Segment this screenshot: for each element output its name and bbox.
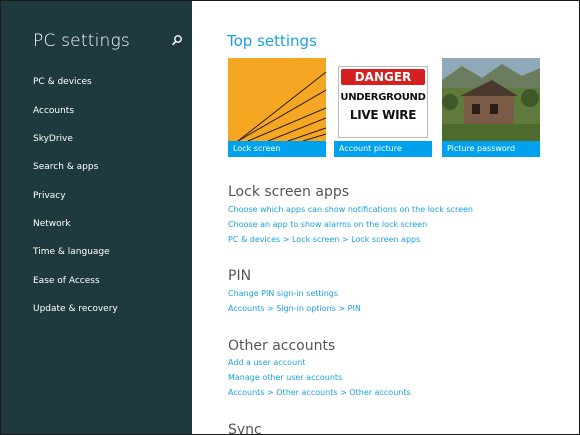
tile-picture-password[interactable]: Picture password	[442, 58, 540, 157]
picture-password-image	[442, 58, 540, 141]
sidebar: PC settings PC & devices Accounts SkyDri…	[1, 1, 192, 434]
lock-screen-image	[228, 58, 326, 141]
link-alarms-lock-screen[interactable]: Choose an app to show alarms on the lock…	[228, 220, 427, 229]
tile-caption: Lock screen	[228, 141, 326, 157]
sidebar-title: PC settings	[33, 31, 130, 51]
sidebar-item-update-recovery[interactable]: Update & recovery	[33, 304, 118, 314]
danger-sign-line2: LIVE WIRE	[349, 108, 417, 122]
tile-caption: Picture password	[442, 141, 540, 157]
pc-settings-window: PC settings PC & devices Accounts SkyDri…	[1, 1, 579, 434]
top-settings-title: Top settings	[227, 32, 317, 50]
link-other-accounts-path[interactable]: Accounts > Other accounts > Other accoun…	[228, 388, 411, 397]
link-add-user-account[interactable]: Add a user account	[228, 358, 305, 367]
link-manage-other-accounts[interactable]: Manage other user accounts	[228, 373, 342, 382]
section-title-other-accounts: Other accounts	[228, 338, 336, 354]
search-icon[interactable]	[171, 34, 183, 46]
danger-sign-line1: UNDERGROUND	[340, 92, 426, 103]
link-change-pin[interactable]: Change PIN sign-in settings	[228, 289, 338, 298]
link-lock-screen-apps-path[interactable]: PC & devices > Lock screen > Lock screen…	[228, 235, 420, 244]
section-title-lock-screen-apps: Lock screen apps	[228, 184, 350, 200]
sidebar-item-search-apps[interactable]: Search & apps	[33, 162, 98, 172]
danger-sign-heading: DANGER	[341, 69, 425, 85]
sidebar-item-network[interactable]: Network	[33, 219, 71, 229]
sidebar-item-ease-of-access[interactable]: Ease of Access	[33, 276, 100, 286]
tile-lock-screen[interactable]: Lock screen	[228, 58, 326, 157]
link-notifications-lock-screen[interactable]: Choose which apps can show notifications…	[228, 205, 473, 214]
danger-sign: DANGER UNDERGROUND LIVE WIRE	[338, 66, 428, 138]
sidebar-item-privacy[interactable]: Privacy	[33, 191, 66, 201]
danger-sign-word: DANGER	[354, 70, 412, 84]
link-pin-path[interactable]: Accounts > Sign-in options > PIN	[228, 304, 361, 313]
tile-account-picture[interactable]: DANGER UNDERGROUND LIVE WIRE Account pic…	[334, 58, 432, 157]
account-picture-image: DANGER UNDERGROUND LIVE WIRE	[334, 58, 432, 141]
main-content: Top settings Lock screen DANGER UNDERGRO…	[192, 1, 579, 434]
section-title-pin: PIN	[228, 268, 252, 284]
sidebar-item-skydrive[interactable]: SkyDrive	[33, 134, 73, 144]
sidebar-item-accounts[interactable]: Accounts	[33, 106, 74, 116]
sidebar-item-time-language[interactable]: Time & language	[33, 247, 110, 257]
tile-caption: Account picture	[334, 141, 432, 157]
section-title-sync: Sync	[228, 422, 262, 434]
sidebar-item-pc-devices[interactable]: PC & devices	[33, 77, 92, 87]
